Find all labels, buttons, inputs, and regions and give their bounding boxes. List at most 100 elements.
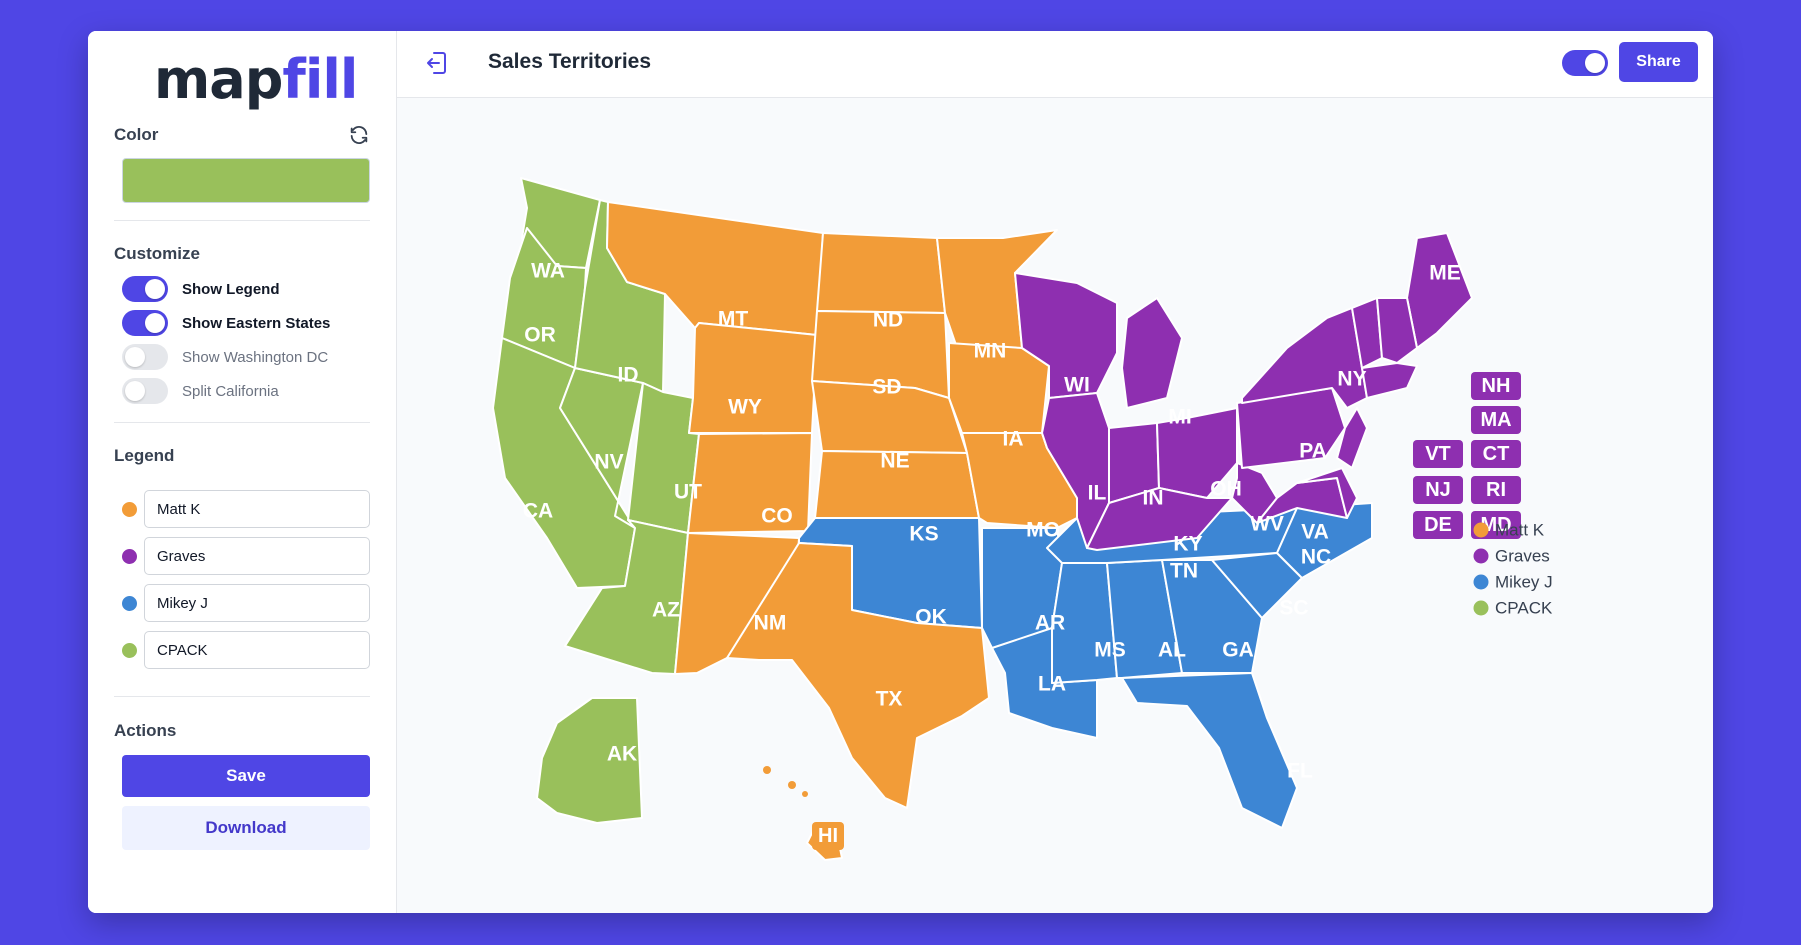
toggle-label: Show Eastern States xyxy=(182,314,331,332)
legend-entry: Matt K xyxy=(122,490,370,528)
share-button[interactable]: Share xyxy=(1619,42,1698,82)
sidebar: mapfill Color Customize Show Legend Show… xyxy=(88,31,397,913)
main-area: Sales Territories Share WA OR CA NV ID UT AZ MT… xyxy=(397,31,1713,913)
state-label-sd: SD xyxy=(872,376,901,399)
state-label-mn: MN xyxy=(974,340,1007,363)
legend-section-title: Legend xyxy=(114,446,175,465)
state-label-ak: AK xyxy=(607,743,637,766)
state-label-nc: NC xyxy=(1301,546,1331,569)
download-button[interactable]: Download xyxy=(122,806,370,850)
toggle-switch[interactable] xyxy=(122,310,168,336)
state-label-ms: MS xyxy=(1094,639,1126,662)
state-label-fl: FL xyxy=(1287,760,1313,783)
divider xyxy=(114,696,370,697)
legend-name-input[interactable]: Matt K xyxy=(144,490,370,528)
legend-color-dot[interactable] xyxy=(122,501,137,517)
state-label-oh: OH xyxy=(1210,478,1242,501)
state-label-wi: WI xyxy=(1064,374,1090,397)
state-label-ut: UT xyxy=(674,481,702,504)
logo-fill-text: fill xyxy=(282,48,358,111)
legend-name-input[interactable]: CPACK xyxy=(144,631,370,669)
color-swatch[interactable] xyxy=(122,158,370,203)
state-label-in: IN xyxy=(1143,487,1164,510)
state-label-or: OR xyxy=(524,324,556,347)
map-legend-label: Mikey J xyxy=(1495,573,1553,592)
toggle-switch[interactable] xyxy=(122,344,168,370)
state-label-de: DE xyxy=(1424,514,1452,536)
toggle-show-washington-dc[interactable]: Show Washington DC xyxy=(122,344,328,370)
state-label-mt: MT xyxy=(718,308,748,331)
state-label-nd: ND xyxy=(873,309,903,332)
toggle-switch[interactable] xyxy=(122,378,168,404)
legend-color-dot[interactable] xyxy=(122,548,137,564)
mapfill-logo[interactable]: mapfill xyxy=(154,45,358,115)
hawaii-island[interactable] xyxy=(788,781,796,789)
state-label-ne: NE xyxy=(880,450,909,473)
toggle-label: Show Washington DC xyxy=(182,348,329,366)
toggle-label: Show Legend xyxy=(182,280,280,298)
map-legend-label: CPACK xyxy=(1495,599,1553,618)
hawaii-island[interactable] xyxy=(763,766,771,774)
state-label-tn: TN xyxy=(1170,560,1198,583)
toggle-show-eastern-states[interactable]: Show Eastern States xyxy=(122,310,330,336)
state-label-ma: MA xyxy=(1480,409,1511,431)
toggle-switch[interactable] xyxy=(122,276,168,302)
page-title: Sales Territories xyxy=(488,50,652,73)
state-label-al: AL xyxy=(1158,639,1186,662)
state-nd[interactable] xyxy=(816,232,946,314)
color-section-title: Color xyxy=(114,125,159,144)
toggle-label: Split California xyxy=(182,382,279,400)
refresh-icon[interactable] xyxy=(348,124,370,146)
exit-icon[interactable] xyxy=(425,50,449,76)
state-co[interactable] xyxy=(687,432,813,534)
legend-color-dot[interactable] xyxy=(122,595,137,611)
state-label-hi: HI xyxy=(818,825,838,847)
map-legend-label: Graves xyxy=(1495,547,1550,566)
state-label-mo: MO xyxy=(1026,519,1060,542)
header-toggle[interactable] xyxy=(1562,50,1608,76)
state-label-pa: PA xyxy=(1299,440,1327,463)
map-legend-dot xyxy=(1473,548,1489,564)
state-me[interactable] xyxy=(1406,232,1473,349)
state-label-nh: NH xyxy=(1482,375,1511,397)
legend-color-dot[interactable] xyxy=(122,642,137,658)
state-mi[interactable] xyxy=(1121,297,1183,409)
state-label-nv: NV xyxy=(594,451,623,474)
save-button[interactable]: Save xyxy=(122,755,370,797)
state-label-ga: GA xyxy=(1222,639,1254,662)
legend-name-input[interactable]: Mikey J xyxy=(144,584,370,622)
app-window: mapfill Color Customize Show Legend Show… xyxy=(88,31,1713,913)
state-label-ar: AR xyxy=(1035,612,1065,635)
state-fl[interactable] xyxy=(1121,672,1298,829)
state-label-wa: WA xyxy=(531,260,565,283)
state-label-id: ID xyxy=(618,364,639,387)
legend-entry: Mikey J xyxy=(122,584,370,622)
state-label-az: AZ xyxy=(652,599,680,622)
state-label-ks: KS xyxy=(909,523,938,546)
state-shape-northeast[interactable] xyxy=(1361,362,1418,399)
state-label-il: IL xyxy=(1088,482,1107,505)
toggle-show-legend[interactable]: Show Legend xyxy=(122,276,280,302)
state-label-la: LA xyxy=(1038,673,1066,696)
map-legend-dot xyxy=(1473,574,1489,590)
logo-map-text: map xyxy=(154,48,283,111)
legend-entry: Graves xyxy=(122,537,370,575)
map-legend-label: Matt K xyxy=(1495,521,1545,540)
state-label-sc: SC xyxy=(1279,597,1308,620)
state-label-ok: OK xyxy=(915,606,947,629)
state-label-ia: IA xyxy=(1003,428,1024,451)
state-label-me: ME xyxy=(1429,262,1461,285)
state-label-co: CO xyxy=(761,505,793,528)
state-label-nj: NJ xyxy=(1425,479,1451,501)
state-ny[interactable] xyxy=(1241,307,1368,409)
state-label-wy: WY xyxy=(728,396,762,419)
us-map: WA OR CA NV ID UT AZ MT WY CO NM ND SD NE KS OK TX MN IA MO… xyxy=(492,177,1553,861)
legend-name-input[interactable]: Graves xyxy=(144,537,370,575)
toggle-split-california[interactable]: Split California xyxy=(122,378,279,404)
state-label-ny: NY xyxy=(1337,368,1366,391)
actions-section-title: Actions xyxy=(114,721,177,740)
customize-section-title: Customize xyxy=(114,244,200,263)
hawaii-island[interactable] xyxy=(802,791,808,797)
legend-entry: CPACK xyxy=(122,631,370,669)
top-bar: Sales Territories Share xyxy=(397,31,1713,98)
